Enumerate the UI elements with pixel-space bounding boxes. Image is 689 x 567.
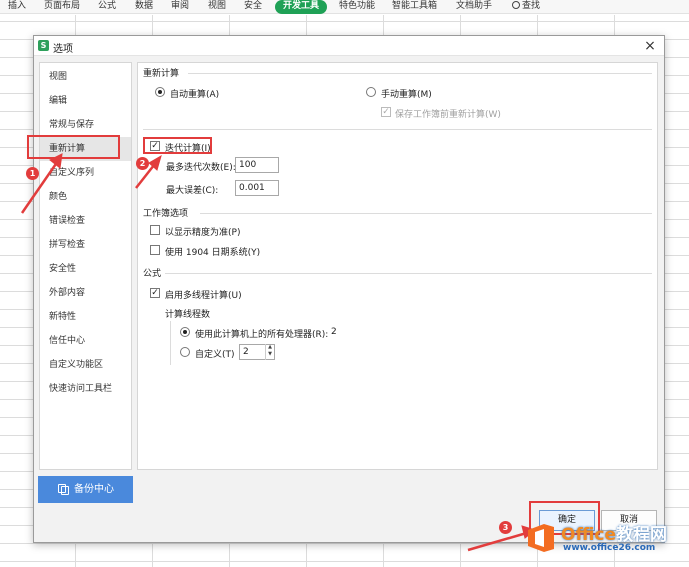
watermark-url: www.office26.com — [563, 543, 656, 553]
step-marker-3: 3 — [499, 521, 512, 534]
office26-watermark: Office教程网 www.office26.com — [524, 518, 689, 558]
watermark-brand-office: Office — [561, 525, 617, 545]
watermark-brand-rest: 教程网 — [616, 525, 668, 545]
step-marker-2: 2 — [136, 157, 149, 170]
watermark-title: Office教程网 — [561, 520, 667, 545]
step-marker-1: 1 — [26, 167, 39, 180]
arrow-to-recalc — [20, 157, 62, 214]
arrow-to-ok — [467, 530, 531, 552]
annotation-arrows — [20, 153, 537, 552]
office-logo-icon — [528, 524, 554, 552]
